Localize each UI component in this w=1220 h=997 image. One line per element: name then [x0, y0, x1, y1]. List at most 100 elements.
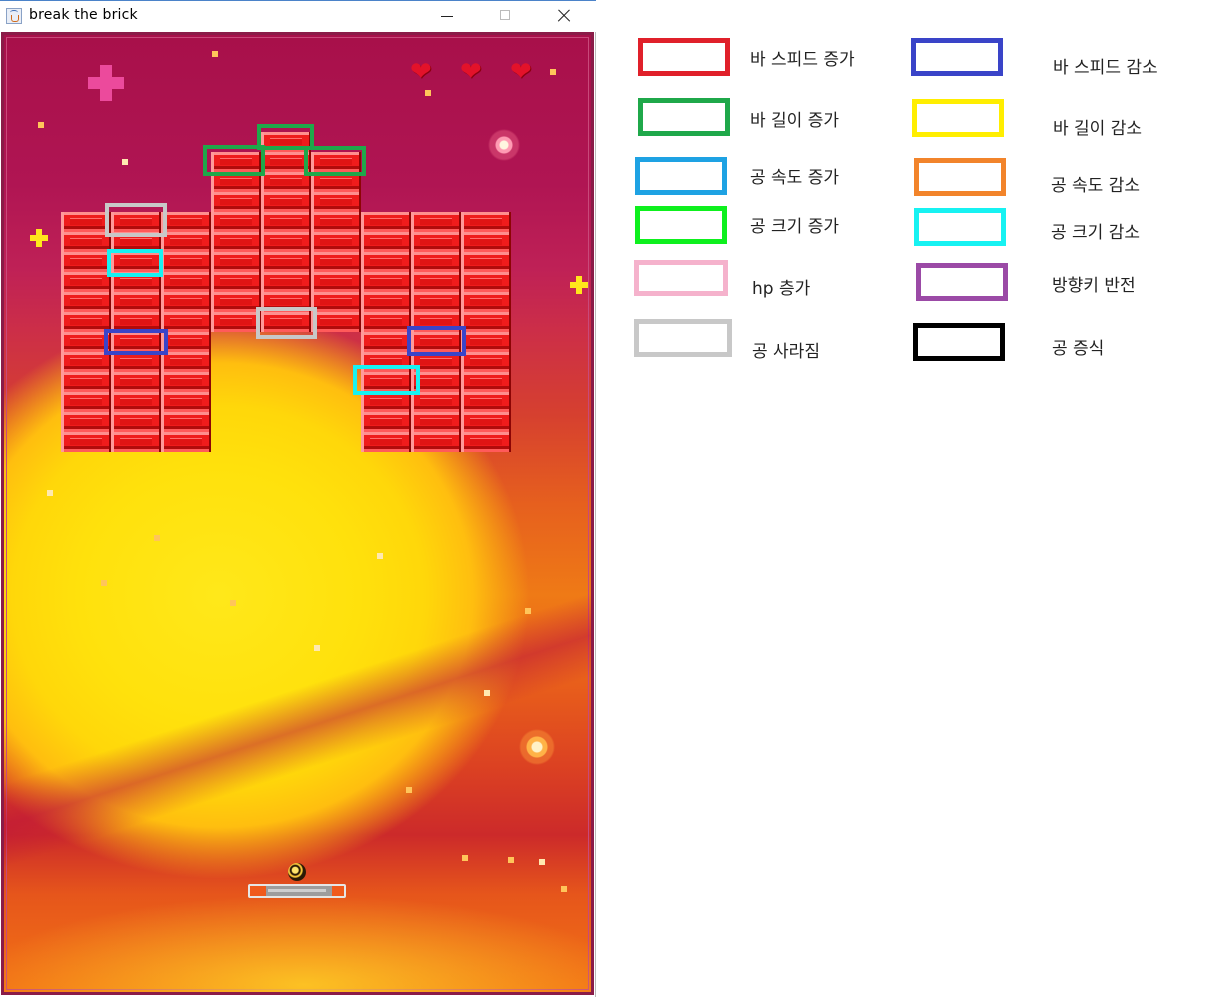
brick — [411, 412, 461, 432]
brick — [261, 232, 311, 252]
brick — [461, 352, 511, 372]
legend-label: 공 속도 증가 — [750, 168, 840, 188]
brick — [61, 232, 111, 252]
item-brick-highlight — [104, 329, 168, 355]
brick — [411, 232, 461, 252]
minimize-button[interactable] — [425, 1, 471, 32]
brick — [311, 272, 361, 292]
legend-swatch — [638, 38, 730, 76]
legend-label: hp 층가 — [752, 279, 811, 299]
legend-swatch — [912, 99, 1004, 137]
legend-label: 공 크기 감소 — [1051, 223, 1141, 243]
item-brick-highlight — [105, 203, 167, 237]
brick — [261, 212, 311, 232]
brick — [361, 212, 411, 232]
item-brick-highlight — [203, 145, 265, 176]
brick — [461, 432, 511, 452]
brick — [461, 272, 511, 292]
item-brick-highlight — [107, 249, 163, 277]
brick — [411, 272, 461, 292]
java-app-icon — [6, 8, 22, 24]
legend-label: 바 스피드 감소 — [1053, 58, 1158, 78]
legend-swatch — [634, 319, 732, 357]
brick — [311, 252, 361, 272]
brick — [211, 272, 261, 292]
brick — [461, 252, 511, 272]
brick — [311, 292, 361, 312]
legend-swatch — [911, 38, 1003, 76]
legend-swatch — [913, 323, 1005, 361]
brick — [461, 232, 511, 252]
brick — [361, 332, 411, 352]
brick — [111, 352, 161, 372]
window-title: break the brick — [29, 7, 138, 23]
brick — [361, 272, 411, 292]
brick-wall — [4, 35, 591, 992]
item-brick-highlight — [407, 326, 466, 356]
brick — [61, 292, 111, 312]
brick — [461, 332, 511, 352]
item-brick-highlight — [256, 307, 317, 339]
legend-label: 공 사라짐 — [752, 342, 820, 362]
legend-swatch — [634, 260, 728, 296]
legend-swatch — [914, 208, 1006, 246]
brick — [161, 352, 211, 372]
minimize-icon — [441, 16, 453, 17]
brick — [461, 372, 511, 392]
brick — [61, 372, 111, 392]
close-button[interactable] — [541, 1, 587, 32]
brick — [411, 212, 461, 232]
brick — [461, 392, 511, 412]
brick — [111, 392, 161, 412]
maximize-button[interactable] — [483, 1, 529, 32]
brick — [461, 412, 511, 432]
brick — [211, 312, 261, 332]
legend-label: 바 길이 감소 — [1053, 119, 1143, 139]
brick — [61, 252, 111, 272]
brick — [461, 312, 511, 332]
star-dust-dot — [561, 886, 567, 892]
legend-swatch — [635, 206, 727, 244]
game-window: break the brick ❤ ❤ ❤ — [0, 0, 596, 997]
brick — [211, 192, 261, 212]
brick — [161, 212, 211, 232]
brick — [161, 392, 211, 412]
item-brick-highlight — [304, 146, 366, 176]
paddle[interactable] — [248, 884, 346, 898]
item-brick-highlight — [353, 365, 420, 395]
brick — [61, 212, 111, 232]
legend-label: 공 속도 감소 — [1051, 176, 1141, 196]
brick — [161, 252, 211, 272]
brick — [61, 432, 111, 452]
brick — [61, 392, 111, 412]
brick — [461, 212, 511, 232]
brick — [411, 292, 461, 312]
brick — [411, 252, 461, 272]
brick — [161, 292, 211, 312]
close-icon — [557, 9, 571, 23]
maximize-icon — [500, 10, 510, 20]
brick — [361, 292, 411, 312]
brick — [311, 232, 361, 252]
brick — [61, 352, 111, 372]
brick — [411, 432, 461, 452]
legend-label: 공 크기 증가 — [750, 217, 840, 237]
brick — [111, 372, 161, 392]
brick — [161, 372, 211, 392]
brick — [161, 312, 211, 332]
legend-swatch — [914, 158, 1006, 196]
brick — [311, 212, 361, 232]
brick — [211, 232, 261, 252]
ball — [288, 863, 306, 881]
brick — [361, 432, 411, 452]
brick — [361, 312, 411, 332]
brick — [161, 332, 211, 352]
brick — [111, 292, 161, 312]
brick — [161, 412, 211, 432]
title-bar[interactable]: break the brick — [0, 0, 596, 32]
brick — [261, 272, 311, 292]
brick — [361, 392, 411, 412]
brick — [61, 412, 111, 432]
brick — [261, 192, 311, 212]
play-field[interactable]: ❤ ❤ ❤ — [1, 32, 594, 995]
